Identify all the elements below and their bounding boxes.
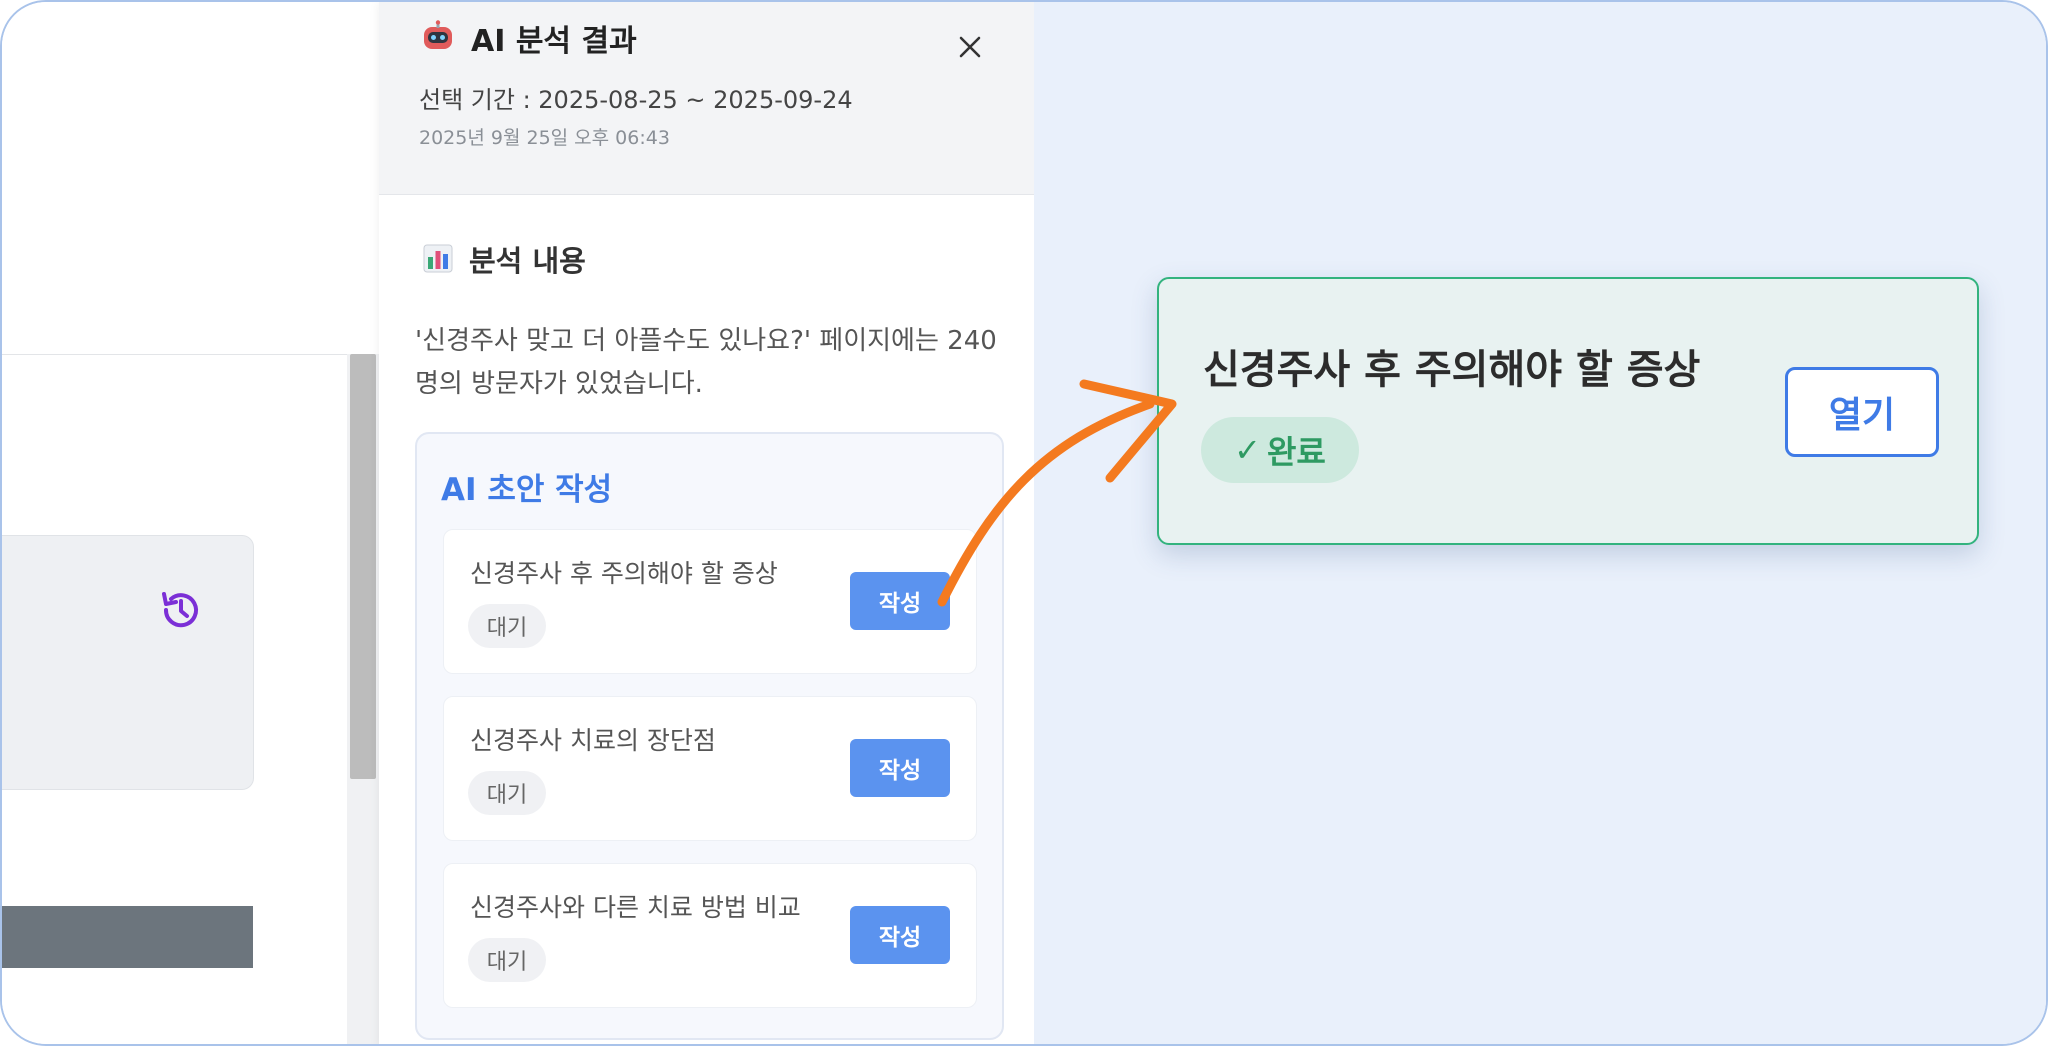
- action-bar[interactable]: [2, 906, 253, 968]
- draft-item: 신경주사와 다른 치료 방법 비교 대기 작성: [443, 863, 977, 1008]
- status-badge: 대기: [468, 938, 546, 982]
- status-label: 완료: [1266, 433, 1326, 471]
- draft-item-title: 신경주사 후 주의해야 할 증상: [470, 559, 778, 588]
- open-button[interactable]: 열기: [1785, 367, 1939, 457]
- result-title: 신경주사 후 주의해야 할 증상: [1203, 347, 1701, 393]
- created-timestamp: 2025년 9월 25일 오후 06:43: [419, 127, 670, 149]
- robot-icon: [424, 20, 452, 49]
- write-button[interactable]: 작성: [850, 739, 950, 797]
- draft-title: AI 초안 작성: [441, 472, 613, 508]
- panel-header: AI 분석 결과 선택 기간 : 2025-08-25 ~ 2025-09-24…: [379, 2, 1034, 195]
- draft-item: 신경주사 후 주의해야 할 증상 대기 작성: [443, 529, 977, 674]
- check-icon: ✓: [1234, 431, 1261, 469]
- close-icon[interactable]: [949, 26, 991, 68]
- divider: [2, 354, 352, 355]
- scrollbar-thumb[interactable]: [350, 354, 376, 779]
- write-button[interactable]: 작성: [850, 572, 950, 630]
- status-badge: 대기: [468, 604, 546, 648]
- draft-item-title: 신경주사 치료의 장단점: [470, 726, 716, 755]
- draft-item: 신경주사 치료의 장단점 대기 작성: [443, 696, 977, 841]
- app-frame: AI 분석 결과 선택 기간 : 2025-08-25 ~ 2025-09-24…: [0, 0, 2048, 1046]
- selected-period: 선택 기간 : 2025-08-25 ~ 2025-09-24: [419, 86, 853, 114]
- result-card: 신경주사 후 주의해야 할 증상 ✓ 완료 열기: [1157, 277, 1979, 545]
- analysis-description: '신경주사 맞고 더 아플수도 있나요?' 페이지에는 240명의 방문자가 있…: [415, 326, 997, 399]
- status-badge: ✓ 완료: [1201, 417, 1359, 483]
- bar-chart-icon: [423, 244, 453, 273]
- panel-title: AI 분석 결과: [471, 24, 637, 59]
- section-title: 분석 내용: [469, 244, 586, 278]
- write-button[interactable]: 작성: [850, 906, 950, 964]
- history-card[interactable]: [2, 535, 254, 790]
- left-app-area: [2, 2, 379, 1044]
- status-badge: 대기: [468, 771, 546, 815]
- ai-analysis-panel: AI 분석 결과 선택 기간 : 2025-08-25 ~ 2025-09-24…: [379, 2, 1034, 1044]
- ai-draft-section: AI 초안 작성 신경주사 후 주의해야 할 증상 대기 작성 신경주사 치료의…: [415, 432, 1004, 1040]
- draft-item-title: 신경주사와 다른 치료 방법 비교: [470, 893, 801, 922]
- history-icon[interactable]: [156, 585, 206, 635]
